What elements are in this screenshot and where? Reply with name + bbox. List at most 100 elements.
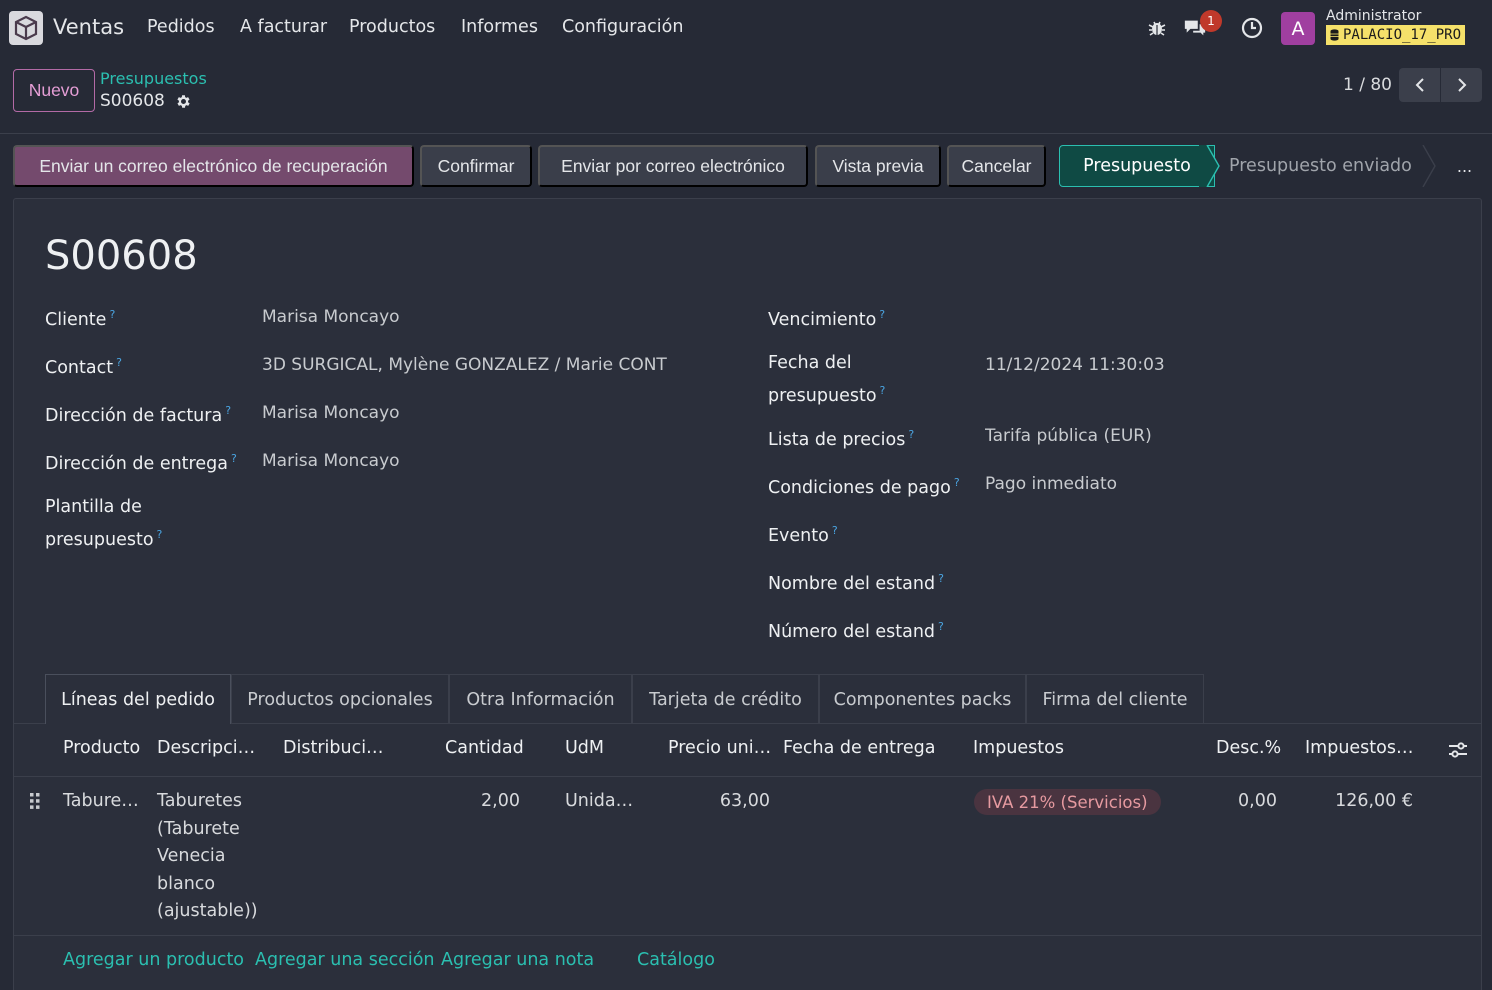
- tab-productos-opcionales[interactable]: Productos opcionales: [231, 674, 449, 724]
- help-icon[interactable]: ?: [954, 476, 960, 489]
- column-header-cantidad[interactable]: Cantidad: [445, 738, 524, 758]
- field-fecha-presupuesto[interactable]: 11/12/2024 11:30:03: [985, 351, 1385, 379]
- confirm-button[interactable]: Confirmar: [420, 145, 532, 187]
- label-nombre-estand: Nombre del estand?: [768, 572, 944, 594]
- record-name-label: S00608: [100, 91, 165, 111]
- control-panel: Nuevo Presupuestos S00608 1 / 80: [0, 57, 1492, 134]
- tab-firma-cliente[interactable]: Firma del cliente: [1026, 674, 1204, 724]
- help-icon[interactable]: ?: [157, 528, 163, 541]
- cell-descuento[interactable]: 0,00: [1200, 788, 1277, 816]
- status-sent[interactable]: Presupuesto enviado: [1229, 145, 1439, 187]
- help-icon[interactable]: ?: [116, 356, 122, 369]
- add-note-link[interactable]: Agregar una nota: [441, 950, 594, 970]
- column-header-udm[interactable]: UdM: [565, 738, 604, 758]
- label-condiciones-pago: Condiciones de pago?: [768, 476, 960, 498]
- menu-productos[interactable]: Productos: [349, 17, 435, 37]
- help-icon[interactable]: ?: [879, 308, 885, 321]
- app-name[interactable]: Ventas: [53, 15, 124, 39]
- catalog-link[interactable]: Catálogo: [637, 950, 715, 970]
- status-current[interactable]: Presupuesto: [1059, 145, 1215, 187]
- avatar[interactable]: A: [1281, 12, 1315, 45]
- preview-button[interactable]: Vista previa: [815, 145, 941, 187]
- pager-next-button[interactable]: [1441, 68, 1482, 102]
- field-direccion-factura[interactable]: Marisa Moncayo: [262, 399, 682, 427]
- description-line: (ajustable)): [157, 901, 258, 921]
- field-lista-precios[interactable]: Tarifa pública (EUR): [985, 422, 1385, 450]
- top-navbar: Ventas Pedidos A facturar Productos Info…: [0, 0, 1492, 57]
- help-icon[interactable]: ?: [231, 452, 237, 465]
- cancel-button[interactable]: Cancelar: [947, 145, 1046, 187]
- tax-tag[interactable]: IVA 21% (Servicios): [974, 789, 1161, 815]
- column-header-subtotal[interactable]: Impuestos…: [1305, 738, 1413, 758]
- status-arrow-icon: [1199, 145, 1220, 187]
- table-row-divider: [14, 935, 1481, 936]
- column-settings-icon[interactable]: [1448, 740, 1468, 765]
- activity-clock-icon[interactable]: [1240, 15, 1264, 41]
- gear-icon[interactable]: [175, 93, 192, 110]
- column-header-distribucion[interactable]: Distribuci…: [283, 738, 384, 758]
- tab-otra-informacion[interactable]: Otra Información: [449, 674, 632, 724]
- label-vencimiento: Vencimiento?: [768, 308, 886, 330]
- label-contact: Contact?: [45, 356, 122, 378]
- description-line: Taburetes: [157, 791, 243, 811]
- label-cliente: Cliente?: [45, 308, 116, 330]
- drag-handle-icon[interactable]: [29, 792, 41, 815]
- field-cliente[interactable]: Marisa Moncayo: [262, 303, 682, 331]
- menu-informes[interactable]: Informes: [461, 17, 538, 37]
- database-icon: [1330, 29, 1339, 41]
- cell-udm[interactable]: Unida…: [565, 788, 633, 816]
- help-icon[interactable]: ?: [109, 308, 115, 321]
- menu-pedidos[interactable]: Pedidos: [147, 17, 215, 37]
- page-title: S00608: [45, 233, 198, 279]
- database-badge: PALACIO_17_PRO: [1326, 25, 1466, 45]
- cell-descripcion[interactable]: Taburetes (Taburete Venecia blanco (ajus…: [157, 788, 272, 926]
- field-contact[interactable]: 3D SURGICAL, Mylène GONZALEZ / Marie CON…: [262, 351, 668, 379]
- add-section-link[interactable]: Agregar una sección: [255, 950, 435, 970]
- new-button[interactable]: Nuevo: [13, 69, 95, 112]
- help-icon[interactable]: ?: [225, 404, 231, 417]
- help-icon[interactable]: ?: [880, 384, 886, 397]
- tab-componentes-packs[interactable]: Componentes packs: [819, 674, 1026, 724]
- column-header-producto[interactable]: Producto: [63, 738, 140, 758]
- add-product-link[interactable]: Agregar un producto: [63, 950, 244, 970]
- label-fecha-presupuesto: Fecha del presupuesto?: [768, 353, 886, 406]
- field-direccion-entrega[interactable]: Marisa Moncayo: [262, 447, 682, 475]
- column-header-impuestos[interactable]: Impuestos: [973, 738, 1064, 758]
- field-condiciones-pago[interactable]: Pago inmediato: [985, 470, 1385, 498]
- help-icon[interactable]: ?: [908, 428, 914, 441]
- description-line: blanco: [157, 873, 216, 894]
- help-icon[interactable]: ?: [938, 572, 944, 585]
- column-header-fecha-entrega[interactable]: Fecha de entrega: [783, 738, 935, 758]
- cell-cantidad[interactable]: 2,00: [440, 788, 520, 816]
- tab-tarjeta-credito[interactable]: Tarjeta de crédito: [632, 674, 819, 724]
- column-header-precio-unitario[interactable]: Precio uni…: [668, 738, 771, 758]
- database-name: PALACIO_17_PRO: [1343, 27, 1462, 43]
- breadcrumb[interactable]: Presupuestos: [100, 69, 207, 88]
- status-separator-icon: [1422, 145, 1436, 187]
- chevron-left-icon: [1415, 78, 1424, 92]
- menu-configuracion[interactable]: Configuración: [562, 17, 683, 37]
- menu-a-facturar[interactable]: A facturar: [240, 17, 327, 37]
- label-evento: Evento?: [768, 524, 838, 546]
- status-more-button[interactable]: ...: [1447, 145, 1482, 187]
- debug-icon[interactable]: [1145, 15, 1169, 41]
- table-header-divider: [14, 776, 1481, 777]
- send-email-button[interactable]: Enviar por correo electrónico: [538, 145, 808, 187]
- help-icon[interactable]: ?: [832, 524, 838, 537]
- pager-value[interactable]: 1 / 80: [1343, 75, 1392, 95]
- cell-precio-unitario[interactable]: 63,00: [680, 788, 770, 816]
- pager-previous-button[interactable]: [1399, 68, 1440, 102]
- send-recovery-email-button[interactable]: Enviar un correo electrónico de recupera…: [13, 145, 414, 187]
- help-icon[interactable]: ?: [938, 620, 944, 633]
- chevron-right-icon: [1457, 78, 1466, 92]
- description-line: (Taburete: [157, 818, 240, 839]
- label-lista-precios: Lista de precios?: [768, 428, 915, 450]
- tab-lineas-pedido[interactable]: Líneas del pedido: [45, 674, 231, 724]
- column-header-descuento[interactable]: Desc.%: [1216, 738, 1281, 758]
- label-numero-estand: Número del estand?: [768, 620, 944, 642]
- app-menu-icon[interactable]: [9, 11, 43, 45]
- column-header-descripcion[interactable]: Descripci…: [157, 738, 255, 758]
- cell-producto[interactable]: Tabure…: [63, 788, 139, 816]
- user-name[interactable]: Administrator: [1326, 8, 1421, 24]
- label-plantilla: Plantilla de presupuesto?: [45, 497, 163, 550]
